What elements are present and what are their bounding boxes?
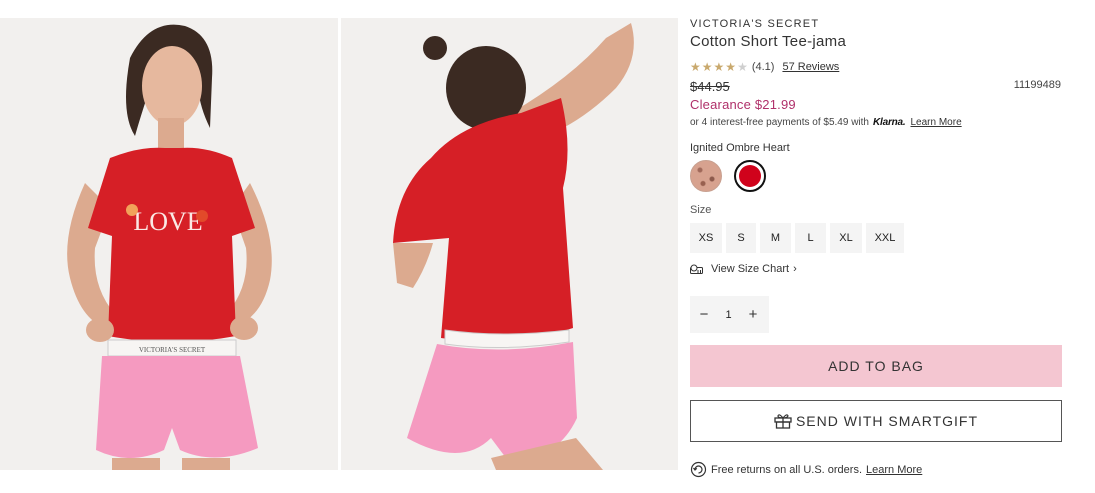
- free-returns-note: Free returns on all U.S. orders. Learn M…: [690, 461, 1062, 478]
- size-option-l[interactable]: L: [795, 223, 826, 253]
- size-options: XS S M L XL XXL: [690, 223, 1062, 253]
- view-size-chart-link[interactable]: View Size Chart ›: [690, 263, 1062, 275]
- star-filled-icon: ★: [701, 60, 713, 74]
- color-swatches: [690, 160, 1062, 192]
- quantity-value[interactable]: 1: [718, 309, 739, 321]
- color-swatch-red-selected[interactable]: [734, 160, 766, 192]
- quantity-increase-button[interactable]: +: [739, 306, 767, 323]
- shirt-print-text: LOVE: [133, 207, 202, 236]
- color-swatch-leopard[interactable]: [690, 160, 722, 192]
- klarna-installments: or 4 interest-free payments of $5.49 wit…: [690, 117, 1062, 128]
- size-chart-label: View Size Chart: [711, 263, 790, 275]
- send-with-smartgift-button[interactable]: SEND WITH SMARTGIFT: [690, 400, 1062, 442]
- star-filled-icon: ★: [725, 60, 737, 74]
- size-option-s[interactable]: S: [726, 223, 756, 253]
- star-empty-icon: ★: [737, 60, 748, 74]
- returns-text: Free returns on all U.S. orders.: [711, 463, 863, 476]
- klarna-logo: Klarna.: [872, 117, 906, 128]
- chevron-right-icon: ›: [793, 263, 797, 275]
- installments-text: or 4 interest-free payments of $5.49 wit…: [690, 117, 869, 128]
- add-to-bag-button[interactable]: ADD TO BAG: [690, 345, 1062, 387]
- model-back-illustration: [341, 18, 678, 470]
- product-image-back[interactable]: [341, 18, 678, 470]
- measuring-tape-icon: [690, 264, 704, 275]
- model-front-illustration: LOVE VICTORIA'S SECRET: [0, 18, 338, 470]
- rating-value: (4.1): [751, 61, 775, 73]
- star-filled-icon: ★: [713, 60, 725, 74]
- size-label: Size: [690, 204, 712, 216]
- original-price: $44.95: [690, 79, 730, 94]
- returns-icon: [690, 461, 707, 478]
- brand-name: VICTORIA'S SECRET: [690, 18, 820, 30]
- gift-icon: [774, 413, 792, 429]
- quantity-stepper: − 1 +: [690, 296, 769, 333]
- size-option-xxl[interactable]: XXL: [866, 223, 904, 253]
- star-rating: ★ ★ ★ ★ ★: [690, 61, 748, 73]
- selected-color-name: Ignited Ombre Heart: [690, 142, 790, 154]
- product-title: Cotton Short Tee-jama: [690, 33, 847, 50]
- product-image-front[interactable]: LOVE VICTORIA'S SECRET: [0, 18, 338, 470]
- size-option-m[interactable]: M: [760, 223, 791, 253]
- size-option-xl[interactable]: XL: [830, 223, 862, 253]
- star-filled-icon: ★: [690, 60, 701, 74]
- reviews-link[interactable]: 57 Reviews: [782, 61, 839, 73]
- rating-row: ★ ★ ★ ★ ★ (4.1) 57 Reviews: [690, 61, 1062, 73]
- product-sku: 11199489: [1013, 79, 1061, 91]
- returns-learn-more-link[interactable]: Learn More: [866, 464, 922, 476]
- klarna-learn-more-link[interactable]: Learn More: [911, 117, 962, 128]
- product-details-panel: VICTORIA'S SECRET Cotton Short Tee-jama …: [690, 18, 1062, 478]
- waistband-text: VICTORIA'S SECRET: [139, 346, 206, 354]
- price-row: $44.95 11199489: [690, 79, 1062, 94]
- quantity-decrease-button[interactable]: −: [690, 306, 718, 323]
- smartgift-label: SEND WITH SMARTGIFT: [795, 413, 979, 429]
- size-option-xs[interactable]: XS: [690, 223, 722, 253]
- clearance-price: Clearance $21.99: [690, 97, 796, 112]
